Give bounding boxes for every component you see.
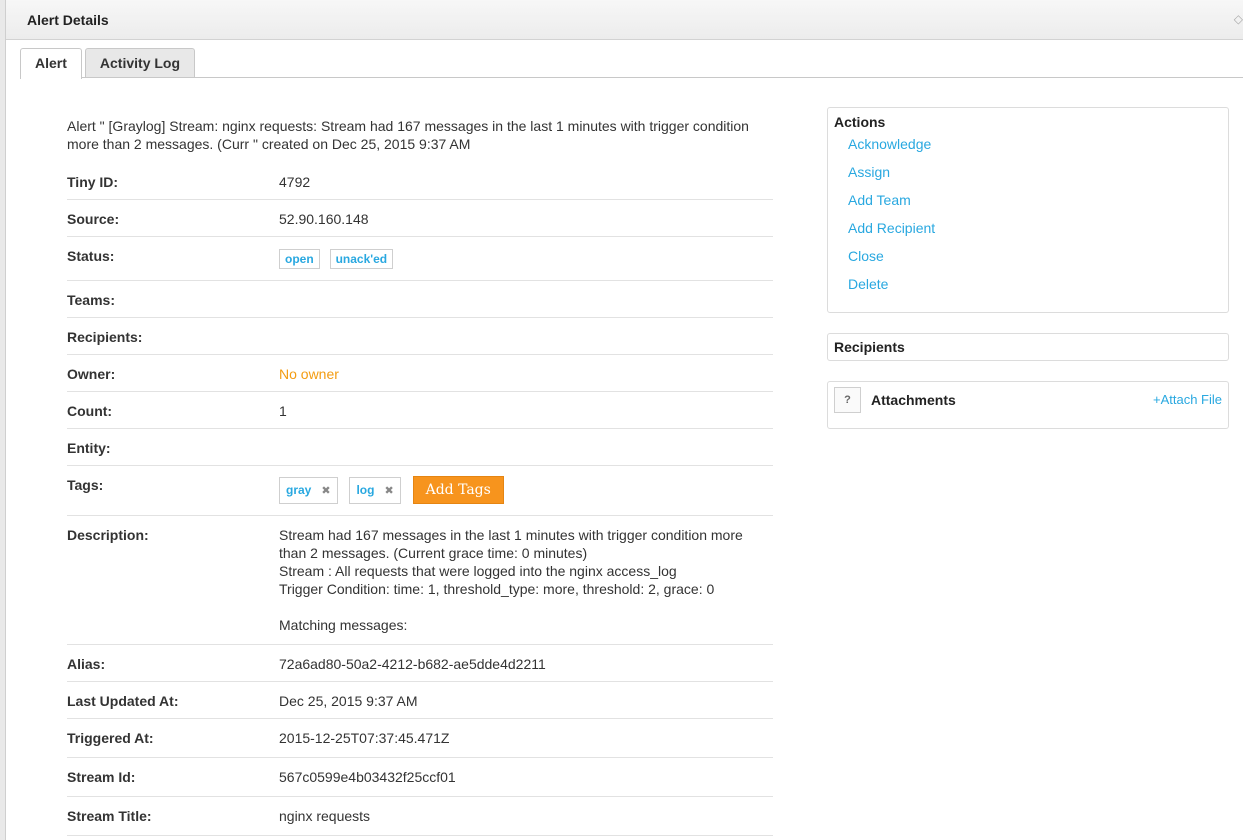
tag-log[interactable]: log ✖ (349, 476, 401, 504)
detail-row-owner: Owner: No owner (67, 355, 773, 392)
attachments-panel: ? Attachments +Attach File (827, 381, 1229, 429)
description-line: Stream had 167 messages in the last 1 mi… (279, 527, 743, 561)
detail-row-alias: Alias: 72a6ad80-50a2-4212-b682-ae5dde4d2… (67, 645, 773, 682)
detail-row-source: Source: 52.90.160.148 (67, 200, 773, 237)
detail-row-stream-id: Stream Id: 567c0599e4b03432f25ccf01 (67, 758, 773, 797)
detail-label: Teams: (67, 292, 115, 308)
pin-icon[interactable]: ◇ (1234, 12, 1243, 26)
detail-label: Status: (67, 248, 115, 264)
detail-label: Tiny ID: (67, 174, 119, 190)
description-value: Stream had 167 messages in the last 1 mi… (279, 526, 773, 634)
tag-label: log (356, 482, 375, 497)
detail-row-stream-title: Stream Title: nginx requests (67, 797, 773, 836)
recipients-value (279, 328, 773, 344)
detail-row-tags: Tags: gray ✖ log ✖ Add Tags (67, 466, 773, 516)
status-badge-unacked[interactable]: unack'ed (329, 249, 394, 269)
detail-label: Recipients: (67, 329, 143, 345)
tag-label: gray (286, 482, 312, 497)
actions-title: Actions (834, 114, 886, 130)
detail-label: Last Updated At: (67, 693, 179, 709)
tiny-id-value: 4792 (279, 174, 311, 190)
alert-summary: Alert " [Graylog] Stream: nginx requests… (67, 118, 749, 152)
status-badges: open unack'ed (279, 247, 773, 270)
tab-activity-log[interactable]: Activity Log (84, 48, 196, 78)
description-line: Stream : All requests that were logged i… (279, 563, 677, 579)
add-tags-button[interactable]: Add Tags (412, 476, 504, 504)
acknowledge-link[interactable]: Acknowledge (848, 136, 931, 152)
detail-row-teams: Teams: (67, 281, 773, 318)
detail-label: Owner: (67, 366, 116, 382)
stream-title-value: nginx requests (279, 808, 371, 824)
action-item: Add Recipient (848, 218, 1222, 246)
detail-row-tiny-id: Tiny ID: 4792 (67, 163, 773, 200)
add-team-link[interactable]: Add Team (848, 192, 911, 208)
entity-value (279, 439, 773, 455)
recipients-panel: Recipients (827, 333, 1229, 361)
count-value: 1 (279, 403, 287, 419)
detail-row-recipients: Recipients: (67, 318, 773, 355)
delete-link[interactable]: Delete (848, 276, 888, 292)
detail-label: Triggered At: (67, 730, 154, 746)
add-recipient-link[interactable]: Add Recipient (848, 220, 935, 236)
description-line: Trigger Condition: time: 1, threshold_ty… (279, 581, 715, 597)
help-icon[interactable]: ? (834, 387, 861, 413)
assign-link[interactable]: Assign (848, 164, 890, 180)
window-title: Alert Details (27, 12, 109, 28)
detail-label: Source: (67, 211, 120, 227)
window-titlebar: Alert Details ◇ (6, 0, 1243, 40)
tag-gray[interactable]: gray ✖ (279, 476, 338, 504)
status-badge-open[interactable]: open (279, 249, 320, 269)
action-item: Delete (848, 274, 1222, 302)
tab-alert[interactable]: Alert (20, 48, 82, 79)
action-item: Acknowledge (848, 134, 1222, 162)
attach-file-link[interactable]: +Attach File (1153, 392, 1222, 407)
detail-row-last-updated: Last Updated At: Dec 25, 2015 9:37 AM (67, 682, 773, 719)
action-item: Assign (848, 162, 1222, 190)
stream-id-value: 567c0599e4b03432f25ccf01 (279, 769, 456, 785)
alert-details-table: Tiny ID: 4792 Source: 52.90.160.148 Stat… (67, 163, 773, 836)
tab-bar: Alert Activity Log (20, 48, 198, 79)
detail-label: Tags: (67, 477, 104, 493)
detail-row-count: Count: 1 (67, 392, 773, 429)
detail-label: Alias: (67, 656, 106, 672)
tab-divider (20, 77, 1243, 78)
triggered-value: 2015-12-25T07:37:45.471Z (279, 730, 450, 746)
detail-label: Description: (67, 527, 149, 543)
detail-label: Count: (67, 403, 113, 419)
last-updated-value: Dec 25, 2015 9:37 AM (279, 693, 418, 709)
owner-value[interactable]: No owner (279, 365, 773, 382)
alias-value: 72a6ad80-50a2-4212-b682-ae5dde4d2211 (279, 656, 546, 672)
action-item: Add Team (848, 190, 1222, 218)
detail-row-status: Status: open unack'ed (67, 237, 773, 281)
action-item: Close (848, 246, 1222, 274)
description-line: Matching messages: (279, 617, 408, 633)
recipients-title: Recipients (834, 339, 905, 355)
tags-list: gray ✖ log ✖ Add Tags (279, 476, 773, 505)
source-value: 52.90.160.148 (279, 211, 369, 227)
detail-row-description: Description: Stream had 167 messages in … (67, 516, 773, 645)
detail-label: Stream Id: (67, 769, 136, 785)
teams-value (279, 291, 773, 307)
actions-panel: Actions Acknowledge Assign Add Team Add … (827, 107, 1229, 313)
attachments-title: Attachments (871, 392, 956, 408)
detail-label: Entity: (67, 440, 111, 456)
remove-tag-icon[interactable]: ✖ (384, 485, 393, 497)
detail-row-entity: Entity: (67, 429, 773, 466)
detail-row-triggered: Triggered At: 2015-12-25T07:37:45.471Z (67, 719, 773, 758)
remove-tag-icon[interactable]: ✖ (321, 485, 330, 497)
left-frame-edge (0, 0, 6, 840)
actions-list: Acknowledge Assign Add Team Add Recipien… (848, 134, 1222, 302)
description-line (279, 598, 773, 616)
close-link[interactable]: Close (848, 248, 884, 264)
detail-label: Stream Title: (67, 808, 152, 824)
